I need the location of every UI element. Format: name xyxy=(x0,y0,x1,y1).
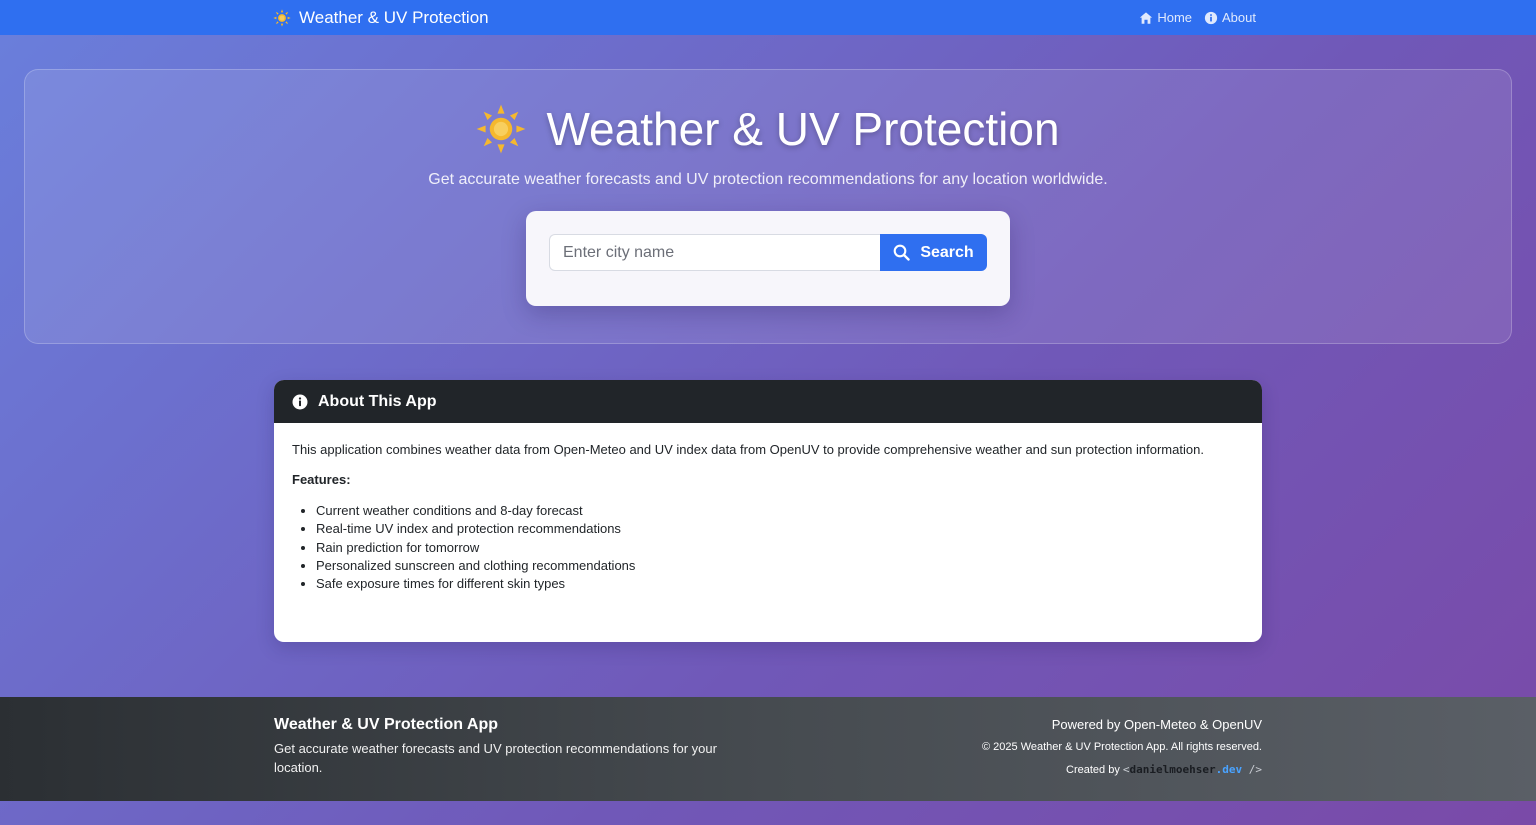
city-search-input[interactable] xyxy=(549,234,881,271)
feature-item: Current weather conditions and 8-day for… xyxy=(316,502,1244,520)
nav-about-link[interactable]: About xyxy=(1204,10,1256,25)
info-icon xyxy=(1204,11,1218,24)
about-card-title: About This App xyxy=(318,392,437,410)
feature-list: Current weather conditions and 8-day for… xyxy=(292,502,1244,593)
feature-item: Safe exposure times for different skin t… xyxy=(316,575,1244,593)
about-card: About This App This application combines… xyxy=(274,380,1262,642)
search-button-label: Search xyxy=(920,243,974,261)
hero-title: Weather & UV Protection xyxy=(0,102,1536,156)
footer-powered-by: Powered by Open-Meteo & OpenUV xyxy=(1051,717,1262,732)
nav-home-label: Home xyxy=(1157,10,1193,25)
nav-links: Home About xyxy=(1139,0,1256,35)
navbar: Weather & UV Protection Home About xyxy=(0,0,1536,35)
created-by-label: Created by xyxy=(1066,764,1120,776)
nav-about-label: About xyxy=(1222,10,1256,25)
footer: Weather & UV Protection App Get accurate… xyxy=(0,697,1536,801)
creator-name: danielmoehser xyxy=(1129,763,1216,776)
nav-home-link[interactable]: Home xyxy=(1139,10,1192,25)
hero-subtitle: Get accurate weather forecasts and UV pr… xyxy=(428,171,1108,188)
feature-item: Real-time UV index and protection recomm… xyxy=(316,520,1244,538)
home-icon xyxy=(1140,11,1153,24)
brand-text: Weather & UV Protection xyxy=(299,7,489,27)
about-card-header: About This App xyxy=(274,380,1262,423)
footer-description: Get accurate weather forecasts and UV pr… xyxy=(274,741,717,775)
info-icon xyxy=(292,394,308,409)
brand-link[interactable]: Weather & UV Protection xyxy=(273,0,489,35)
footer-title: Weather & UV Protection App xyxy=(274,716,499,733)
search-icon xyxy=(893,244,910,261)
features-label: Features: xyxy=(292,472,351,487)
footer-right: Powered by Open-Meteo & OpenUV © 2025 We… xyxy=(982,717,1262,776)
feature-item: Rain prediction for tomorrow xyxy=(316,539,1244,557)
about-description: This application combines weather data f… xyxy=(292,442,1204,457)
search-card: Search xyxy=(526,211,1010,306)
creator-close-bracket: /> xyxy=(1242,763,1262,776)
hero-title-text: Weather & UV Protection xyxy=(546,103,1060,155)
creator-open-bracket: < xyxy=(1122,763,1130,776)
feature-item: Personalized sunscreen and clothing reco… xyxy=(316,557,1244,575)
footer-created-by: Created by <danielmoehser.dev /> xyxy=(982,763,1262,776)
about-card-body: This application combines weather data f… xyxy=(274,423,1262,593)
sun-icon xyxy=(273,8,291,27)
creator-link[interactable]: <danielmoehser.dev /> xyxy=(1123,763,1262,776)
search-button[interactable]: Search xyxy=(880,234,987,271)
footer-copyright: © 2025 Weather & UV Protection App. All … xyxy=(982,741,1262,753)
sun-icon xyxy=(477,104,526,154)
creator-tld: .dev xyxy=(1215,763,1243,776)
